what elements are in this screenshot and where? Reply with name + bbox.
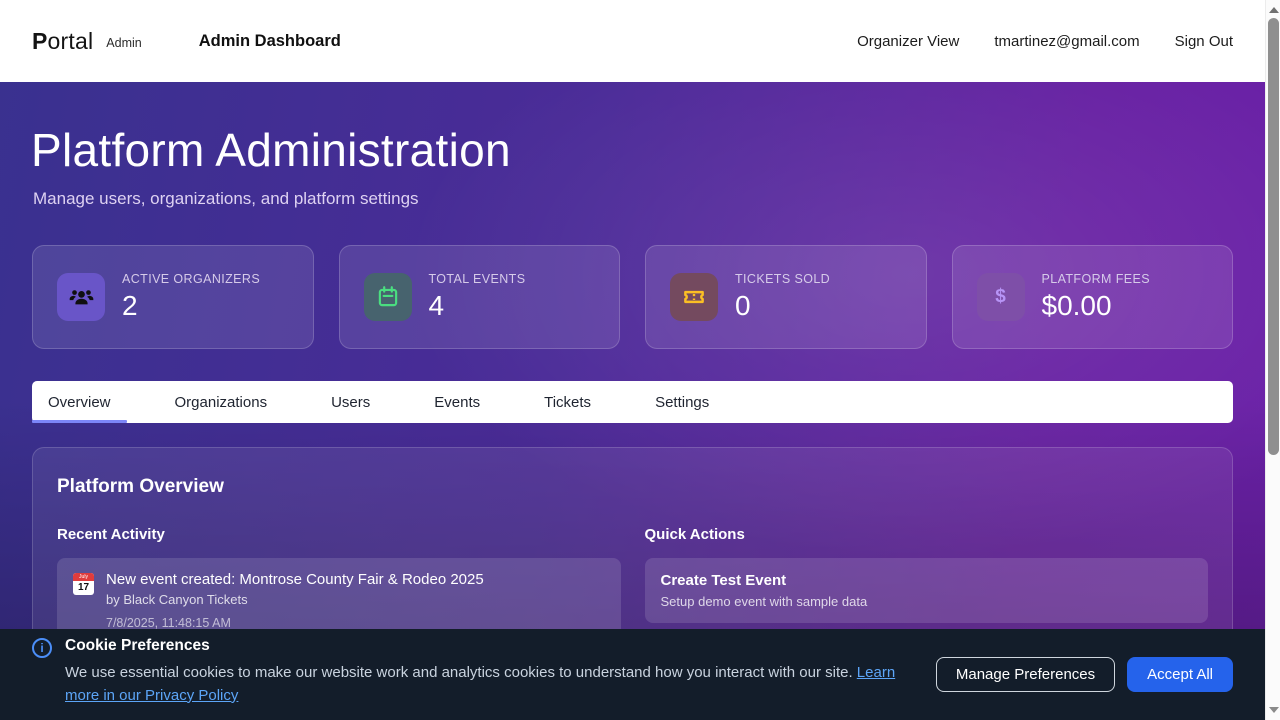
panel-columns: Recent Activity July 17 New event create…	[57, 526, 1208, 643]
calendar-date-icon: July 17	[73, 573, 94, 595]
calendar-month: July	[73, 573, 94, 581]
portal-logo[interactable]: Portal	[32, 28, 93, 55]
stats-row: ACTIVE ORGANIZERS 2 TOTAL EVENTS 4	[32, 245, 1233, 349]
logo-rest: ortal	[48, 28, 94, 54]
hero-title: Platform Administration	[31, 123, 511, 177]
create-test-event-action[interactable]: Create Test Event Setup demo event with …	[645, 558, 1209, 623]
ticket-icon	[681, 284, 707, 310]
activity-text: New event created: Montrose County Fair …	[106, 571, 484, 630]
activity-organizer: by Black Canyon Tickets	[106, 592, 484, 607]
dollar-icon: $	[995, 286, 1006, 308]
quick-action-subtitle: Setup demo event with sample data	[661, 594, 1193, 609]
stat-text: TICKETS SOLD 0	[735, 272, 830, 322]
organizers-icon-tile	[57, 273, 105, 321]
activity-timestamp: 7/8/2025, 11:48:15 AM	[106, 616, 484, 630]
calendar-day: 17	[73, 581, 94, 594]
quick-actions-column: Quick Actions Create Test Event Setup de…	[645, 526, 1209, 643]
cookie-body-text: We use essential cookies to make our web…	[65, 664, 857, 681]
quick-actions-heading: Quick Actions	[645, 526, 1209, 543]
stat-label: TICKETS SOLD	[735, 272, 830, 286]
recent-activity-heading: Recent Activity	[57, 526, 621, 543]
manage-preferences-button[interactable]: Manage Preferences	[936, 657, 1115, 692]
people-icon	[68, 284, 95, 311]
info-icon: i	[32, 638, 52, 658]
stat-card-tickets-sold: TICKETS SOLD 0	[645, 245, 927, 349]
cookie-text: Cookie Preferences We use essential cook…	[65, 637, 916, 720]
tab-tickets[interactable]: Tickets	[528, 381, 607, 423]
vertical-scrollbar[interactable]	[1265, 0, 1280, 720]
stat-label: PLATFORM FEES	[1042, 272, 1150, 286]
stat-value: 4	[429, 290, 526, 322]
stat-card-active-organizers: ACTIVE ORGANIZERS 2	[32, 245, 314, 349]
stat-label: TOTAL EVENTS	[429, 272, 526, 286]
stat-card-total-events: TOTAL EVENTS 4	[339, 245, 621, 349]
hero-subtitle: Manage users, organizations, and platfor…	[33, 189, 419, 209]
cookie-title: Cookie Preferences	[65, 637, 916, 655]
quick-action-title: Create Test Event	[661, 572, 1193, 589]
calendar-icon	[375, 284, 401, 310]
admin-dashboard-page: Portal Admin Admin Dashboard Organizer V…	[0, 0, 1265, 720]
cookie-buttons: Manage Preferences Accept All	[936, 657, 1233, 692]
scroll-up-icon[interactable]	[1269, 7, 1279, 13]
page-title: Admin Dashboard	[199, 32, 341, 51]
top-header: Portal Admin Admin Dashboard Organizer V…	[0, 0, 1265, 82]
tab-events[interactable]: Events	[418, 381, 496, 423]
activity-title: New event created: Montrose County Fair …	[106, 571, 484, 588]
sign-out-button[interactable]: Sign Out	[1175, 33, 1233, 50]
stat-value: 0	[735, 290, 830, 322]
events-icon-tile	[364, 273, 412, 321]
fees-icon-tile: $	[977, 273, 1025, 321]
stat-text: TOTAL EVENTS 4	[429, 272, 526, 322]
stat-label: ACTIVE ORGANIZERS	[122, 272, 260, 286]
tab-settings[interactable]: Settings	[639, 381, 725, 423]
tab-organizations[interactable]: Organizations	[159, 381, 284, 423]
stat-card-platform-fees: $ PLATFORM FEES $0.00	[952, 245, 1234, 349]
stat-text: ACTIVE ORGANIZERS 2	[122, 272, 260, 322]
accept-all-button[interactable]: Accept All	[1127, 657, 1233, 692]
stat-value: $0.00	[1042, 290, 1150, 322]
tab-users[interactable]: Users	[315, 381, 386, 423]
stat-value: 2	[122, 290, 260, 322]
organizer-view-link[interactable]: Organizer View	[857, 33, 959, 50]
cookie-body: We use essential cookies to make our web…	[65, 662, 916, 707]
user-email: tmartinez@gmail.com	[994, 33, 1139, 50]
recent-activity-column: Recent Activity July 17 New event create…	[57, 526, 621, 643]
panel-title: Platform Overview	[57, 476, 1208, 498]
cookie-banner: i Cookie Preferences We use essential co…	[0, 629, 1265, 720]
header-nav: Organizer View tmartinez@gmail.com Sign …	[857, 33, 1233, 50]
tickets-icon-tile	[670, 273, 718, 321]
stat-text: PLATFORM FEES $0.00	[1042, 272, 1150, 322]
admin-badge: Admin	[106, 36, 141, 50]
admin-tabs: Overview Organizations Users Events Tick…	[32, 381, 1233, 423]
scrollbar-thumb[interactable]	[1268, 18, 1279, 455]
scroll-down-icon[interactable]	[1269, 707, 1279, 713]
logo-initial: P	[32, 28, 48, 54]
tab-overview[interactable]: Overview	[32, 381, 127, 423]
